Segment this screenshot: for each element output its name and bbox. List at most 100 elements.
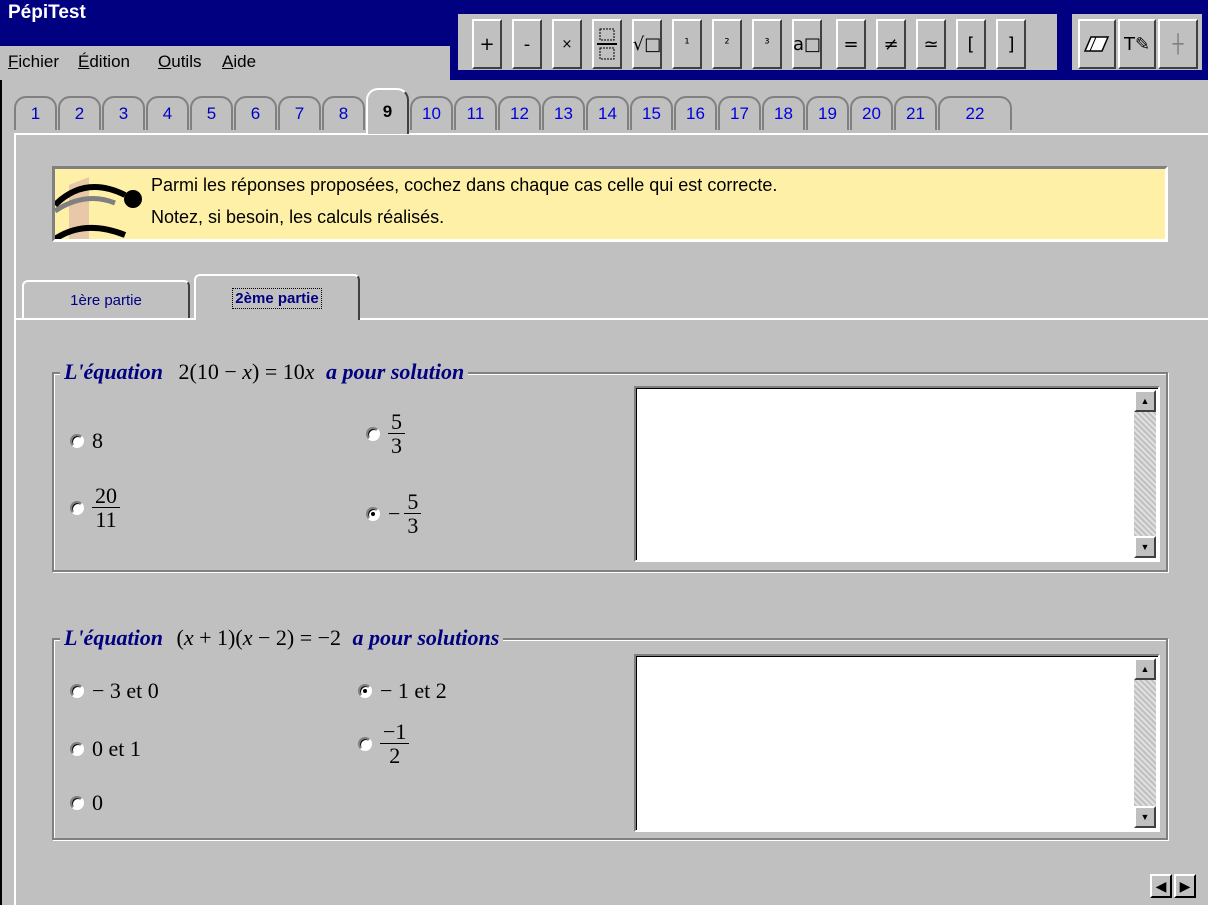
minus-icon[interactable]: -	[512, 19, 542, 69]
superscript-1-icon[interactable]: ¹	[672, 19, 702, 69]
previous-arrow-icon[interactable]: ◀	[1150, 874, 1172, 898]
q2-option-d-fraction: −1 2	[380, 720, 410, 767]
q1-radio-a[interactable]	[70, 434, 84, 448]
page-tab-label: 14	[598, 104, 617, 123]
question-2-equation: (x + 1)(x − 2) = −2	[176, 625, 342, 650]
q1-option-b[interactable]: 53	[366, 410, 405, 457]
q1-option-a[interactable]: 8	[70, 428, 103, 454]
question-1-label: L'équation	[64, 359, 164, 384]
page-tab-16[interactable]: 16	[674, 96, 717, 130]
page-tab-label: 21	[906, 104, 925, 123]
page-tab-label: 12	[510, 104, 529, 123]
q1-option-d[interactable]: − 53	[366, 490, 422, 537]
page-tab-12[interactable]: 12	[498, 96, 541, 130]
scroll-up-icon[interactable]: ▲	[1134, 390, 1156, 412]
page-tab-15[interactable]: 15	[630, 96, 673, 130]
instruction-line-2: Notez, si besoin, les calculs réalisés.	[151, 207, 445, 227]
multiply-icon[interactable]: ×	[552, 19, 582, 69]
menu-aide[interactable]: Aide	[222, 52, 256, 72]
q1-option-c[interactable]: 20 11	[70, 484, 120, 531]
next-arrow-icon[interactable]: ▶	[1174, 874, 1196, 898]
q1-notes-scrollbar[interactable]: ▲ ▼	[1134, 390, 1156, 558]
q2-notes-textarea[interactable]: ▲ ▼	[634, 654, 1160, 832]
superscript-2-icon[interactable]: ²	[712, 19, 742, 69]
power-icon[interactable]: a□	[792, 19, 822, 69]
page-tab-21[interactable]: 21	[894, 96, 937, 130]
page-tab-4[interactable]: 4	[146, 96, 189, 130]
page-tab-6[interactable]: 6	[234, 96, 277, 130]
subtab-part-2[interactable]: 2ème partie	[194, 274, 360, 320]
scroll-down-icon[interactable]: ▼	[1134, 806, 1156, 828]
eraser-icon[interactable]	[1078, 19, 1116, 69]
question-2-label-post: a pour solutions	[352, 625, 500, 650]
page-tab-17[interactable]: 17	[718, 96, 761, 130]
sqrt-icon[interactable]: √□	[632, 19, 662, 69]
menu-outils[interactable]: Outils	[158, 52, 201, 72]
page-tab-strip: 1 2 3 4 5 6 7 8 9 10 11 12 13 14 15 16 17 18 19 20 21 22	[14, 88, 1208, 134]
page-tab-label: 15	[642, 104, 661, 123]
math-toolbar: + - × √□ ¹ ² ³ a□ = ≠ ≃ [ ]	[452, 8, 1063, 76]
page-tab-22[interactable]: 22	[938, 96, 1012, 130]
q2-option-d[interactable]: −1 2	[358, 720, 410, 767]
menu-bar: Fichier Édition Outils Aide	[0, 46, 452, 80]
page-tab-9[interactable]: 9	[366, 88, 409, 134]
q1-notes-textarea[interactable]: ▲ ▼	[634, 386, 1160, 562]
not-equal-icon[interactable]: ≠	[876, 19, 906, 69]
page-tab-13[interactable]: 13	[542, 96, 585, 130]
question-2-legend: L'équation (x + 1)(x − 2) = −2 a pour so…	[60, 625, 504, 651]
q1-option-b-fraction: 53	[388, 410, 405, 457]
q2-option-e[interactable]: 0	[70, 790, 103, 816]
subtab-part-1[interactable]: 1ère partie	[22, 280, 190, 318]
q1-radio-d[interactable]	[366, 506, 380, 521]
page-tab-label: 5	[206, 104, 217, 123]
scroll-down-icon[interactable]: ▼	[1134, 536, 1156, 558]
page-tab-11[interactable]: 11	[454, 96, 497, 130]
q2-radio-e[interactable]	[70, 796, 84, 810]
page-tab-1[interactable]: 1	[14, 96, 57, 130]
page-tab-8[interactable]: 8	[322, 96, 365, 130]
q2-radio-b[interactable]	[358, 684, 372, 698]
q2-radio-c[interactable]	[70, 742, 84, 756]
page-tab-2[interactable]: 2	[58, 96, 101, 130]
q2-radio-d[interactable]	[358, 736, 372, 751]
scroll-up-icon[interactable]: ▲	[1134, 658, 1156, 680]
question-2-group: L'équation (x + 1)(x − 2) = −2 a pour so…	[52, 625, 1168, 840]
q2-option-a[interactable]: − 3 et 0	[70, 678, 159, 704]
q2-option-b[interactable]: − 1 et 2	[358, 678, 447, 704]
page-tab-3[interactable]: 3	[102, 96, 145, 130]
superscript-3-icon[interactable]: ³	[752, 19, 782, 69]
left-bracket-icon[interactable]: [	[956, 19, 986, 69]
page-tab-7[interactable]: 7	[278, 96, 321, 130]
page-tab-14[interactable]: 14	[586, 96, 629, 130]
right-bracket-icon[interactable]: ]	[996, 19, 1026, 69]
page-tab-5[interactable]: 5	[190, 96, 233, 130]
plus-icon[interactable]: +	[472, 19, 502, 69]
page-tab-label: 3	[118, 104, 129, 123]
q1-radio-c[interactable]	[70, 500, 84, 515]
page-tab-label: 10	[422, 104, 441, 123]
page-tab-20[interactable]: 20	[850, 96, 893, 130]
app-title: PépiTest	[8, 2, 86, 23]
page-tab-label: 8	[338, 104, 349, 123]
q2-notes-scrollbar[interactable]: ▲ ▼	[1134, 658, 1156, 828]
fraction-icon[interactable]	[592, 19, 622, 69]
tools-toolbar: T✎ ┼	[1066, 8, 1208, 76]
page-tab-label: 22	[965, 104, 985, 123]
q2-radio-a[interactable]	[70, 684, 84, 698]
q1-option-a-text: 8	[92, 428, 103, 453]
q2-option-c[interactable]: 0 et 1	[70, 736, 141, 762]
menu-fichier[interactable]: Fichier	[8, 52, 59, 72]
q2-option-a-text: − 3 et 0	[92, 678, 159, 703]
menu-edition[interactable]: Édition	[78, 52, 130, 72]
page-tab-18[interactable]: 18	[762, 96, 805, 130]
page-tab-label: 20	[862, 104, 881, 123]
equals-icon[interactable]: =	[836, 19, 866, 69]
question-1-group: L'équation 2(10 − x) = 10x a pour soluti…	[52, 359, 1168, 572]
text-pen-icon[interactable]: T✎	[1118, 19, 1156, 69]
q1-radio-b[interactable]	[366, 426, 380, 441]
approx-icon[interactable]: ≃	[916, 19, 946, 69]
page-tab-label: 13	[554, 104, 573, 123]
page-tab-10[interactable]: 10	[410, 96, 453, 130]
page-tab-19[interactable]: 19	[806, 96, 849, 130]
crosshair-icon[interactable]: ┼	[1158, 19, 1198, 69]
